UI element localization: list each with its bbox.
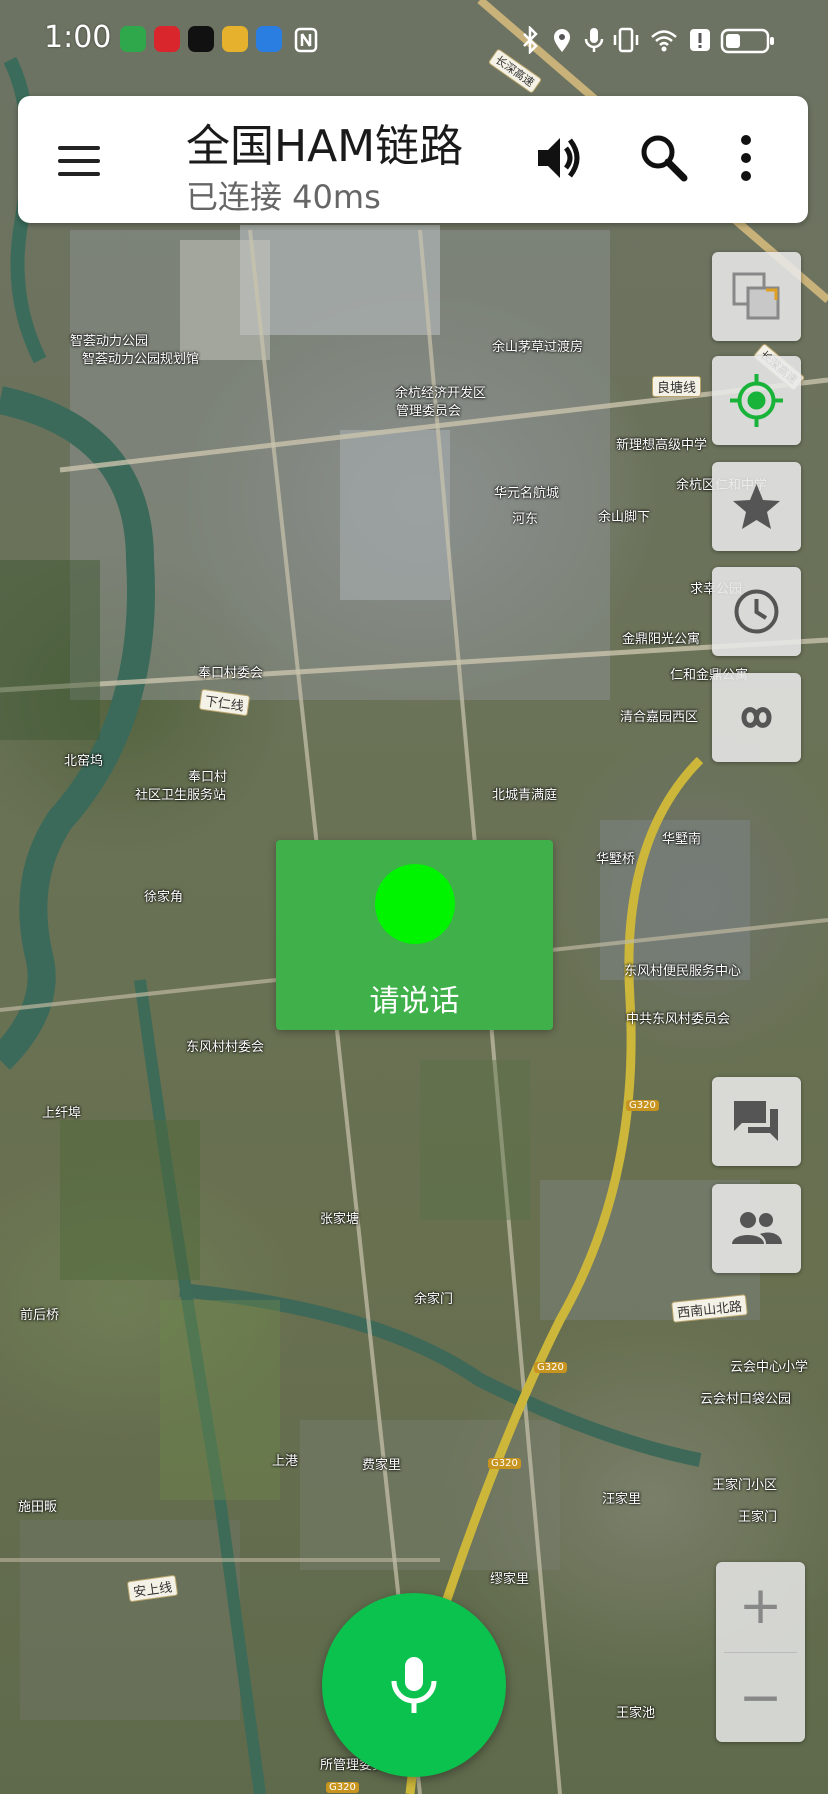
- map-label: 华元名航城: [494, 486, 560, 501]
- map-label: 东风村便民服务中心: [624, 964, 742, 979]
- zoom-in-button[interactable]: +: [716, 1562, 805, 1650]
- status-bar: 1:00: [0, 0, 828, 80]
- map-label: 云会中心小学: [730, 1360, 809, 1375]
- weather-icon: [256, 26, 282, 52]
- map-label: 余杭经济开发区: [395, 386, 487, 401]
- my-location-button[interactable]: [712, 356, 801, 445]
- alert-icon: [690, 29, 710, 51]
- map-label: 华墅桥: [596, 852, 636, 867]
- road-label: 良塘线: [652, 376, 702, 397]
- my-location-icon: [730, 374, 783, 427]
- push-to-talk-button[interactable]: [322, 1593, 506, 1777]
- map-label: 费家里: [362, 1458, 402, 1473]
- map-label: 王家门小区: [712, 1478, 778, 1493]
- road-shield: G320: [488, 1458, 521, 1469]
- layers-button[interactable]: [712, 252, 801, 341]
- layers-icon: [732, 272, 780, 320]
- link-icon: [741, 707, 772, 728]
- chat-icon: [734, 1101, 778, 1141]
- map-label: 张家塘: [320, 1212, 360, 1227]
- map-label: 中共东风村委员会: [626, 1012, 731, 1027]
- favorites-button[interactable]: [712, 462, 801, 551]
- map-label: 缪家里: [490, 1572, 530, 1587]
- speaking-label: 请说话: [369, 984, 460, 1019]
- map-label: 王家池: [616, 1706, 656, 1721]
- people-icon: [732, 1212, 782, 1244]
- zoom-controls: + −: [716, 1562, 805, 1742]
- divider: [724, 1652, 797, 1653]
- vibrate-icon: [613, 27, 639, 53]
- road-shield: G320: [534, 1362, 567, 1373]
- app-icon: [120, 26, 146, 52]
- location-icon: [554, 29, 570, 52]
- speaking-indicator-card: 请说话: [276, 840, 553, 1030]
- link-button[interactable]: [712, 673, 801, 762]
- app-title: 全国HAM链路: [186, 121, 464, 172]
- map-label: 河东: [512, 512, 539, 527]
- search-icon[interactable]: [632, 126, 696, 190]
- zoom-out-button[interactable]: −: [716, 1654, 805, 1742]
- map-label: 徐家角: [144, 890, 184, 905]
- map-label: 奉口村: [188, 770, 228, 785]
- map-label: 王家门: [738, 1510, 778, 1525]
- wifi-icon: [651, 30, 677, 52]
- map-label: 东风村村委会: [186, 1040, 265, 1055]
- volume-icon[interactable]: [528, 126, 592, 190]
- map-label: 社区卫生服务站: [135, 788, 227, 803]
- road-shield: G320: [326, 1782, 359, 1793]
- chat-button[interactable]: [712, 1077, 801, 1166]
- map-label: 华墅南: [662, 832, 702, 847]
- map-label: 余山脚下: [598, 510, 651, 525]
- map-label: 上港: [272, 1454, 299, 1469]
- map-label: 汪家里: [602, 1492, 642, 1507]
- members-button[interactable]: [712, 1184, 801, 1273]
- map-label: 北窑坞: [64, 754, 104, 769]
- map-label: 云会村口袋公园: [700, 1392, 792, 1407]
- map-label: 智荟动力公园: [70, 334, 149, 349]
- status-time: 1:00: [44, 20, 112, 55]
- mic-icon: [391, 1657, 437, 1713]
- more-vert-icon[interactable]: [726, 126, 766, 190]
- star-icon: [733, 484, 780, 529]
- map-label: 余家门: [414, 1292, 454, 1307]
- history-icon: [734, 589, 779, 634]
- map-label: 北城青满庭: [492, 788, 558, 803]
- map-label: 清合嘉园西区: [620, 710, 699, 725]
- connection-status: 已连接 40ms: [186, 178, 381, 216]
- map-label: 施田畈: [18, 1500, 58, 1515]
- menu-button[interactable]: [48, 130, 108, 190]
- battery-icon: [720, 28, 774, 54]
- top-app-bar: 全国HAM链路 已连接 40ms: [18, 96, 808, 223]
- map-label: 余山茅草过渡房: [492, 340, 584, 355]
- weibo-icon: [222, 26, 248, 52]
- bluetooth-icon: [523, 26, 538, 54]
- huawei-icon: [154, 26, 180, 52]
- map-label: 金鼎阳光公寓: [622, 632, 701, 647]
- map-label: 前后桥: [20, 1308, 60, 1323]
- map-label: 上纤埠: [42, 1106, 82, 1121]
- mic-icon: [584, 28, 604, 52]
- app-icon: [188, 26, 214, 52]
- map-label: 奉口村委会: [198, 666, 264, 681]
- speaking-status-dot: [375, 864, 455, 944]
- map-label: 新理想高级中学: [616, 438, 708, 453]
- map-label: 管理委员会: [396, 404, 462, 419]
- road-shield: G320: [626, 1100, 659, 1111]
- map-label: 智荟动力公园规划馆: [82, 352, 200, 367]
- nfc-icon: [294, 27, 318, 53]
- history-button[interactable]: [712, 567, 801, 656]
